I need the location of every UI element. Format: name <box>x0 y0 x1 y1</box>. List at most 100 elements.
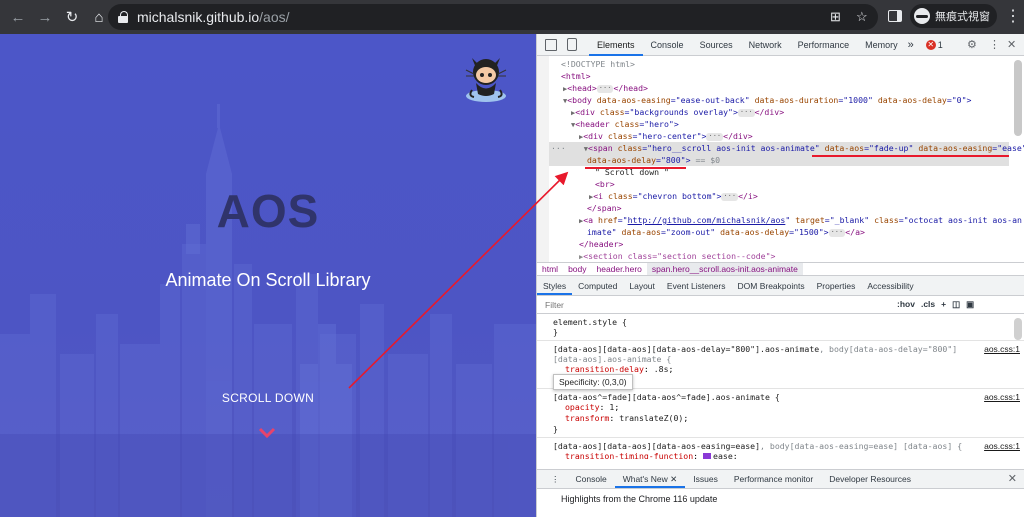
tab-properties[interactable]: Properties <box>811 276 862 295</box>
dom-line[interactable]: ▶<div class="hero-center"> ··· </div> <box>579 130 753 142</box>
breadcrumb-item[interactable]: html <box>537 263 563 275</box>
specificity-tooltip: Specificity: (0,3,0) <box>553 374 633 390</box>
dom-line[interactable]: ▶<section class="section section--code"> <box>579 250 775 262</box>
cls-toggle[interactable]: .cls <box>921 299 935 310</box>
tab-layout[interactable]: Layout <box>623 276 661 295</box>
rule-source-link[interactable]: aos.css:1 <box>984 344 1020 354</box>
tab-memory[interactable]: Memory <box>857 34 906 56</box>
tab-accessibility[interactable]: Accessibility <box>861 276 919 295</box>
dom-line[interactable]: </header> <box>579 238 623 250</box>
dom-line[interactable]: ▶<div class="backgrounds overlay"> ··· </d… <box>571 106 784 118</box>
device-toolbar-icon[interactable] <box>567 38 577 51</box>
settings-gear-icon[interactable]: ⚙ <box>967 38 977 51</box>
ellipsis-icon[interactable]: ··· <box>737 108 755 117</box>
hov-toggle[interactable]: :hov <box>897 299 915 310</box>
tab-dom-breakpoints[interactable]: DOM Breakpoints <box>732 276 811 295</box>
tab-sources[interactable]: Sources <box>692 34 741 56</box>
style-rule[interactable]: element.style { } <box>537 314 1024 341</box>
dom-line[interactable]: ▼<body data-aos-easing="ease-out-back" d… <box>563 94 971 106</box>
dom-line-selected[interactable]: data-aos-delay="800"> == $0 <box>549 154 1009 166</box>
drawer-tab-issues[interactable]: Issues <box>685 470 726 488</box>
dom-line[interactable]: ▼<header class="hero"> <box>571 118 679 130</box>
forward-icon[interactable]: → <box>33 5 57 29</box>
elements-scrollbar[interactable] <box>1014 60 1022 136</box>
rule-source-link[interactable]: aos.css:1 <box>984 441 1020 451</box>
close-devtools-icon[interactable]: ✕ <box>1007 38 1016 51</box>
back-icon[interactable]: ← <box>6 5 30 29</box>
ellipsis-icon[interactable]: ··· <box>828 228 846 237</box>
style-declaration[interactable]: opacity: 1; <box>553 402 1016 413</box>
close-drawer-icon[interactable]: ✕ <box>1008 470 1017 489</box>
rule-source-link[interactable]: aos.css:1 <box>984 392 1020 402</box>
drawer-tab-performance-monitor[interactable]: Performance monitor <box>726 470 821 488</box>
page-subtitle: Animate On Scroll Library <box>165 270 371 290</box>
drawer-tab-bar: ⋮ Console What's New ✕ Issues Performanc… <box>537 469 1024 489</box>
dom-line[interactable]: imate" data-aos="zoom-out" data-aos-dela… <box>587 226 865 238</box>
styles-pane-tabs: Styles Computed Layout Event Listeners D… <box>537 276 1024 296</box>
error-count-badge[interactable]: ✕ 1 <box>925 39 943 50</box>
tab-styles[interactable]: Styles <box>537 276 573 295</box>
tab-network[interactable]: Network <box>741 34 790 56</box>
drawer-menu-icon[interactable]: ⋮ <box>537 470 568 488</box>
ellipsis-icon[interactable]: ··· <box>706 132 724 141</box>
dom-line[interactable]: ▶<a href="http://github.com/michalsnik/a… <box>579 214 1022 226</box>
tab-elements[interactable]: Elements <box>589 34 643 56</box>
dom-line[interactable]: " Scroll down " <box>595 166 669 178</box>
browser-menu-icon[interactable]: ⋮ <box>1005 6 1021 26</box>
style-declaration[interactable]: transition-timing-function: ease; <box>553 451 1016 459</box>
new-style-rule-icon[interactable]: + <box>941 299 946 310</box>
address-bar[interactable]: michalsnik.github.io/aos/ ⊞ ☆ <box>108 4 878 30</box>
dom-line[interactable]: ▶<i class="chevron bottom"> ··· </i> <box>589 190 758 202</box>
page-title: AOS <box>216 185 320 237</box>
rule-selector: element.style { <box>553 317 627 327</box>
github-octocat-icon[interactable] <box>464 50 508 104</box>
styles-filter-input[interactable] <box>545 297 875 312</box>
error-count: 1 <box>937 39 943 50</box>
drawer-tab-developer-resources[interactable]: Developer Resources <box>821 470 919 488</box>
devtools-panel: Elements Console Sources Network Perform… <box>536 34 1024 517</box>
profile-label: 無痕式視窗 <box>935 11 990 23</box>
inspect-element-icon[interactable] <box>545 38 557 51</box>
dom-line[interactable]: <br> <box>595 178 615 190</box>
breadcrumb-item-active[interactable]: span.hero__scroll.aos-init.aos-animate <box>646 263 803 275</box>
breadcrumb-item[interactable]: header.hero <box>592 263 647 275</box>
rule-selector: [data-aos][data-aos][data-aos-easing=eas… <box>553 441 963 451</box>
ellipsis-icon[interactable]: ··· <box>721 192 739 201</box>
dom-line[interactable]: <html> <box>561 70 591 82</box>
easing-swatch-icon[interactable] <box>703 452 712 459</box>
bookmark-star-icon[interactable]: ☆ <box>856 9 868 25</box>
style-declaration[interactable]: transform: translateZ(0); <box>553 413 1016 424</box>
scroll-down-label[interactable]: SCROLL DOWN <box>0 391 536 405</box>
translate-icon[interactable]: ⊞ <box>830 9 841 25</box>
drawer-tab-console[interactable]: Console <box>568 470 615 488</box>
toggle-element-state-icon[interactable]: ◫ <box>952 299 960 310</box>
ellipsis-icon[interactable]: ··· <box>596 84 614 93</box>
drawer-tab-whats-new[interactable]: What's New ✕ <box>614 470 686 488</box>
chevron-down-icon[interactable] <box>258 427 276 439</box>
tab-event-listeners[interactable]: Event Listeners <box>661 276 732 295</box>
computed-sidebar-icon[interactable]: ▣ <box>966 299 974 310</box>
rule-selector: [data-aos].aos-animate { <box>553 354 672 364</box>
style-rule[interactable]: [data-aos][data-aos][data-aos-easing=eas… <box>537 438 1024 459</box>
dom-line[interactable]: </span> <box>587 202 622 214</box>
tab-computed[interactable]: Computed <box>572 276 623 295</box>
lock-icon[interactable] <box>118 11 128 23</box>
elements-dom-tree: <!DOCTYPE html> <html> ▶<head> ··· </head>… <box>537 56 1024 262</box>
incognito-badge[interactable]: 無痕式視窗 <box>910 4 997 28</box>
dom-line[interactable]: ▶<head> ··· </head> <box>563 82 648 94</box>
dom-line-selected[interactable]: ··· ▼<span class="hero__scroll aos-init a… <box>549 142 1024 154</box>
reload-icon[interactable]: ↻ <box>60 5 84 29</box>
close-tab-icon[interactable]: ✕ <box>670 474 677 484</box>
breadcrumb-item[interactable]: body <box>563 263 591 275</box>
dom-line[interactable]: <!DOCTYPE html> <box>561 58 635 70</box>
side-panel-icon[interactable] <box>888 10 902 22</box>
url-text: michalsnik.github.io/aos/ <box>137 9 290 25</box>
style-rule[interactable]: [data-aos^=fade][data-aos^=fade].aos-ani… <box>537 389 1024 438</box>
styles-scrollbar[interactable] <box>1014 318 1022 340</box>
devtools-menu-icon[interactable]: ⋮ <box>989 38 1000 51</box>
more-tabs-icon[interactable]: » <box>906 34 916 56</box>
tab-performance[interactable]: Performance <box>790 34 858 56</box>
tab-console[interactable]: Console <box>643 34 692 56</box>
incognito-icon <box>914 8 930 24</box>
rule-selector: [data-aos^=fade][data-aos^=fade].aos-ani… <box>553 392 780 402</box>
